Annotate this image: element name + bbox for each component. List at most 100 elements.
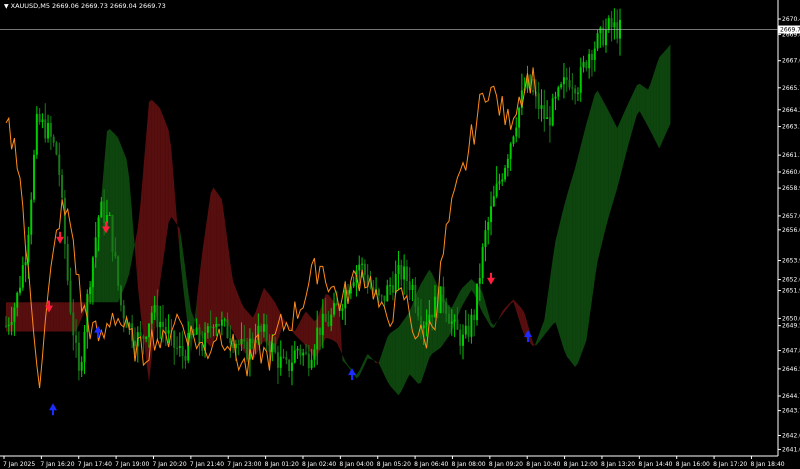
candle-body bbox=[456, 319, 459, 330]
buy-arrow-stem bbox=[52, 409, 54, 416]
candle-body bbox=[119, 285, 122, 306]
cloud-segment bbox=[662, 51, 665, 143]
candle-body bbox=[478, 278, 481, 284]
cloud-segment bbox=[569, 177, 573, 364]
cloud-segment bbox=[465, 281, 469, 300]
cloud-segment bbox=[34, 302, 37, 332]
candle-body bbox=[492, 196, 495, 207]
candle-body bbox=[394, 273, 397, 293]
candle-body bbox=[512, 136, 515, 144]
candle-body bbox=[142, 335, 145, 339]
sell-arrow-stem bbox=[48, 300, 50, 307]
cloud-segment bbox=[631, 91, 635, 135]
cloud-segment bbox=[376, 361, 379, 364]
candle-body bbox=[504, 167, 507, 180]
candle-body bbox=[607, 18, 610, 30]
candle-body bbox=[484, 230, 487, 248]
cloud-segment bbox=[120, 145, 124, 296]
candle-body bbox=[5, 325, 7, 327]
cloud-segment bbox=[53, 302, 57, 332]
candle-body bbox=[69, 280, 72, 313]
candle-body bbox=[473, 314, 476, 321]
candle-body bbox=[459, 329, 462, 346]
candle-body bbox=[13, 307, 16, 323]
cloud-segment bbox=[224, 218, 228, 325]
candle-body bbox=[159, 321, 162, 328]
cloud-segment bbox=[143, 135, 147, 360]
cloud-segment bbox=[294, 326, 298, 338]
candle-body bbox=[55, 142, 58, 155]
candle-body bbox=[571, 87, 574, 89]
candle-body bbox=[307, 353, 310, 369]
price-chart[interactable]: 2670.452669.402667.602665.752664.252663.… bbox=[0, 0, 800, 469]
candle-body bbox=[117, 256, 120, 286]
candle-body bbox=[114, 252, 117, 257]
candle-body bbox=[405, 266, 408, 282]
time-tick-label: 8 Jan 17:20 bbox=[713, 461, 747, 468]
candle-body bbox=[52, 136, 55, 143]
cloud-segment bbox=[577, 145, 581, 364]
candle-body bbox=[540, 105, 543, 109]
candle-body bbox=[122, 305, 125, 319]
candle-body bbox=[156, 305, 159, 328]
candle-body bbox=[574, 88, 577, 94]
candle-body bbox=[80, 362, 83, 371]
cloud-segment bbox=[547, 279, 550, 332]
candle-body bbox=[414, 284, 417, 307]
price-tick-label: 2653.95 bbox=[782, 258, 800, 265]
cloud-segment bbox=[462, 284, 466, 305]
candle-body bbox=[21, 265, 24, 288]
time-tick-label: 8 Jan 04:00 bbox=[339, 461, 373, 468]
candle-body bbox=[596, 33, 599, 49]
candle-body bbox=[198, 327, 201, 344]
cloud-segment bbox=[137, 202, 141, 313]
candle-body bbox=[383, 295, 386, 302]
cloud-segment bbox=[395, 327, 399, 396]
candle-body bbox=[310, 359, 313, 369]
time-tick-label: 8 Jan 08:00 bbox=[451, 461, 485, 468]
time-tick-label: 8 Jan 06:40 bbox=[414, 461, 448, 468]
candle-body bbox=[49, 123, 52, 137]
current-price-label: 2669.73 bbox=[780, 27, 800, 34]
candle-body bbox=[296, 348, 299, 351]
time-tick-label: 8 Jan 14:40 bbox=[638, 461, 672, 468]
cloud-segment bbox=[625, 103, 629, 156]
sell-arrow-stem bbox=[59, 231, 61, 238]
candle-body bbox=[246, 341, 249, 360]
candle-body bbox=[195, 327, 198, 335]
candle-body bbox=[44, 119, 47, 139]
cloud-segment bbox=[586, 114, 590, 341]
candle-body bbox=[422, 325, 425, 329]
candle-body bbox=[470, 314, 473, 337]
candle-body bbox=[442, 286, 445, 303]
candle-body bbox=[495, 183, 498, 197]
candle-body bbox=[7, 324, 10, 326]
candle-body bbox=[386, 285, 389, 302]
candle-body bbox=[576, 92, 579, 94]
candle-body bbox=[162, 321, 165, 327]
candle-body bbox=[319, 327, 322, 336]
candle-body bbox=[229, 338, 232, 344]
cloud-segment bbox=[342, 354, 346, 364]
cloud-segment bbox=[605, 105, 609, 227]
cloud-segment bbox=[179, 228, 183, 283]
cloud-segment bbox=[129, 178, 133, 274]
candle-body bbox=[58, 154, 61, 176]
cloud-segment bbox=[174, 185, 178, 225]
candle-body bbox=[333, 303, 336, 315]
time-tick-label: 8 Jan 09:20 bbox=[489, 461, 523, 468]
time-tick-label: 7 Jan 21:40 bbox=[190, 461, 224, 468]
cloud-segment bbox=[493, 321, 497, 329]
candle-body bbox=[461, 334, 464, 346]
cloud-segment bbox=[620, 115, 623, 178]
cloud-segment bbox=[160, 108, 164, 282]
cloud-segment bbox=[392, 329, 396, 393]
cloud-segment bbox=[535, 335, 539, 346]
candle-body bbox=[276, 352, 279, 368]
cloud-segment bbox=[513, 299, 517, 311]
price-tick-label: 2658.90 bbox=[782, 185, 800, 192]
time-tick-label: 7 Jan 23:00 bbox=[227, 461, 261, 468]
price-tick-label: 2651.90 bbox=[782, 288, 800, 295]
cloud-segment bbox=[521, 308, 525, 336]
candle-body bbox=[77, 342, 80, 371]
